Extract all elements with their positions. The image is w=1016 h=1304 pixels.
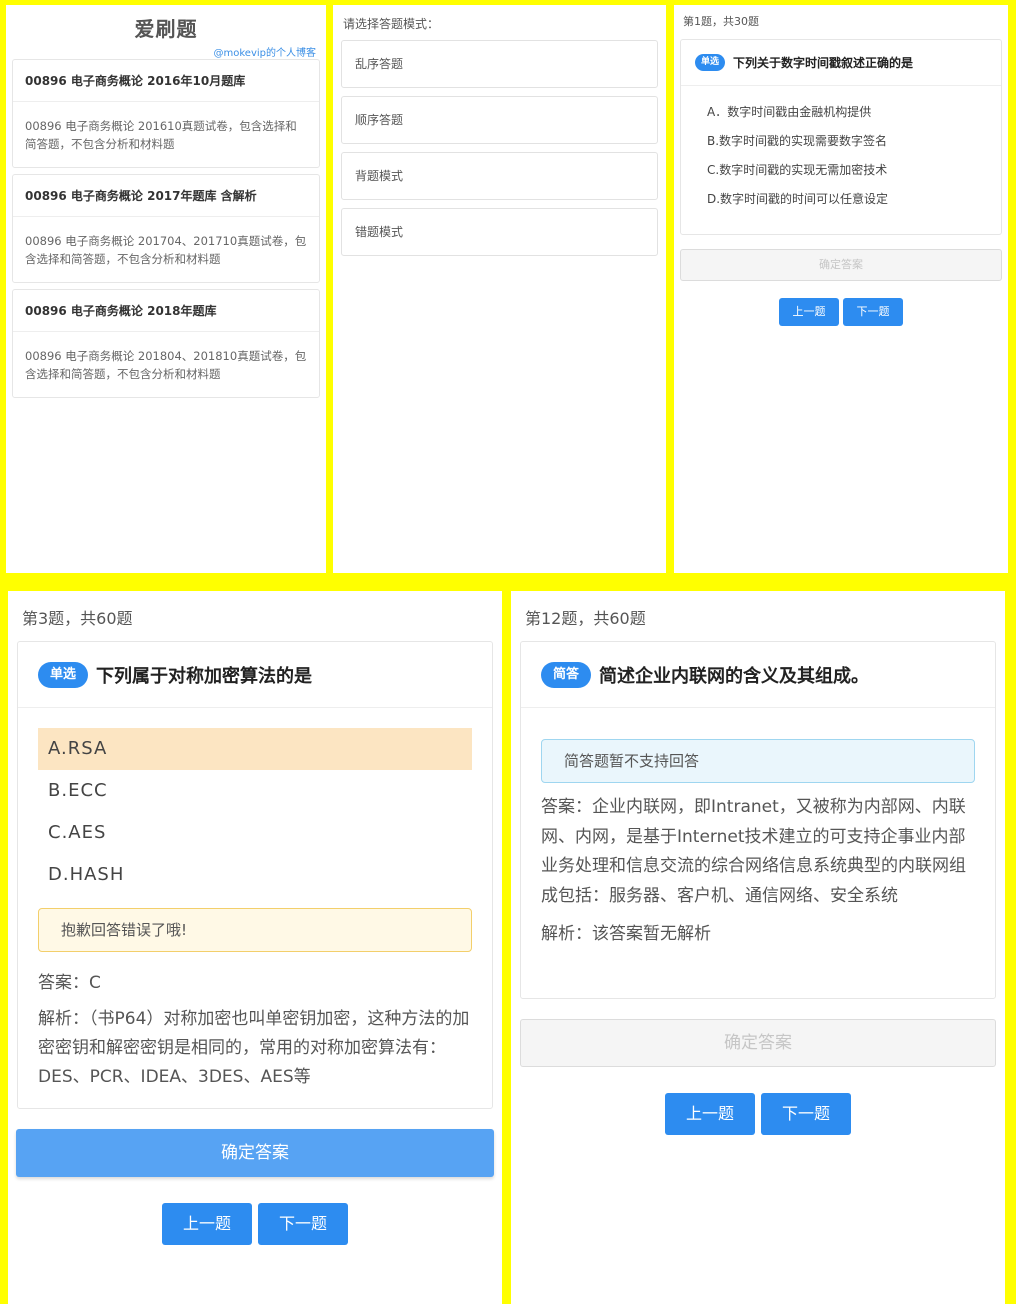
mode-memorize-button[interactable]: 背题模式: [341, 152, 658, 200]
question-counter: 第3题，共60题: [22, 609, 133, 628]
question-type-badge: 单选: [695, 54, 725, 71]
confirm-answer-button[interactable]: 确定答案: [16, 1129, 494, 1177]
mode-wrong-questions-button[interactable]: 错题模式: [341, 208, 658, 256]
question-header: 简答 简述企业内联网的含义及其组成。: [521, 642, 995, 708]
option-list: A.RSA B.ECC C.AES D.HASH: [18, 708, 492, 896]
prev-question-button[interactable]: 上一题: [779, 298, 839, 326]
short-answer-screen: 第12题，共60题 简答 简述企业内联网的含义及其组成。 简答题暂不支持回答 答…: [511, 591, 1005, 1304]
question-header: 单选 下列关于数字时间戳叙述正确的是: [681, 40, 1001, 86]
question-card: 单选 下列属于对称加密算法的是 A.RSA B.ECC C.AES D.HASH…: [17, 641, 493, 1109]
next-question-button[interactable]: 下一题: [843, 298, 903, 326]
question-counter: 第12题，共60题: [525, 609, 646, 628]
option-list: A．数字时间戳由金融机构提供 B.数字时间戳的实现需要数字签名 C.数字时间戳的…: [681, 86, 1001, 218]
correct-answer: 答案：C: [38, 973, 101, 993]
option-b[interactable]: B.ECC: [38, 770, 472, 812]
wrong-answer-alert: 抱歉回答错误了哦!: [38, 908, 472, 952]
mode-sequential-button[interactable]: 顺序答题: [341, 96, 658, 144]
app-title: 爱刷题: [134, 17, 198, 41]
mode-prompt: 请选择答题模式：: [343, 17, 440, 31]
option-c[interactable]: C.AES: [38, 812, 472, 854]
bank-card-desc: 00896 电子商务概论 201610真题试卷，包含选择和简答题，不包含分析和材…: [25, 119, 297, 151]
nav-buttons: 上一题 下一题: [8, 1203, 502, 1245]
bank-card[interactable]: 00896 电子商务概论 2016年10月题库 00896 电子商务概论 201…: [12, 59, 320, 168]
question-screen: 第1题，共30题 单选 下列关于数字时间戳叙述正确的是 A．数字时间戳由金融机构…: [674, 5, 1008, 573]
option-c[interactable]: C.数字时间戳的实现无需加密技术: [707, 160, 1001, 189]
bank-card[interactable]: 00896 电子商务概论 2018年题库 00896 电子商务概论 201804…: [12, 289, 320, 398]
prev-question-button[interactable]: 上一题: [665, 1093, 755, 1135]
bank-card-title[interactable]: 00896 电子商务概论 2017年题库 含解析: [13, 175, 319, 217]
question-card: 简答 简述企业内联网的含义及其组成。 简答题暂不支持回答 答案：企业内联网，即I…: [520, 641, 996, 999]
option-b[interactable]: B.数字时间戳的实现需要数字签名: [707, 131, 1001, 160]
question-text: 简述企业内联网的含义及其组成。: [599, 665, 869, 687]
nav-buttons: 上一题 下一题: [511, 1093, 1005, 1135]
question-counter: 第1题，共30题: [683, 15, 759, 28]
confirm-answer-button[interactable]: 确定答案: [520, 1019, 996, 1067]
next-question-button[interactable]: 下一题: [761, 1093, 851, 1135]
question-card: 单选 下列关于数字时间戳叙述正确的是 A．数字时间戳由金融机构提供 B.数字时间…: [680, 39, 1002, 235]
question-type-badge: 简答: [541, 661, 591, 688]
option-a[interactable]: A．数字时间戳由金融机构提供: [707, 102, 1001, 131]
prev-question-button[interactable]: 上一题: [162, 1203, 252, 1245]
bank-card-title[interactable]: 00896 电子商务概论 2016年10月题库: [13, 60, 319, 102]
bank-card-title[interactable]: 00896 电子商务概论 2018年题库: [13, 290, 319, 332]
next-question-button[interactable]: 下一题: [258, 1203, 348, 1245]
nav-buttons: 上一题 下一题: [674, 298, 1008, 326]
question-type-badge: 单选: [38, 661, 88, 688]
option-a[interactable]: A.RSA: [38, 728, 472, 770]
bank-card-desc: 00896 电子商务概论 201804、201810真题试卷，包含选择和简答题，…: [25, 349, 307, 381]
question-result-screen: 第3题，共60题 单选 下列属于对称加密算法的是 A.RSA B.ECC C.A…: [8, 591, 502, 1304]
reference-answer: 答案：企业内联网，即Intranet，又被称为内部网、内联网、内网，是基于Int…: [541, 797, 966, 906]
question-text: 下列关于数字时间戳叙述正确的是: [733, 56, 914, 70]
confirm-answer-button[interactable]: 确定答案: [680, 249, 1002, 281]
answer-explanation: 解析：该答案暂无解析: [541, 924, 711, 944]
bank-list-screen: 爱刷题 @mokevip的个人博客 00896 电子商务概论 2016年10月题…: [6, 5, 326, 573]
option-d[interactable]: D.HASH: [38, 854, 472, 896]
blog-link[interactable]: @mokevip的个人博客: [6, 44, 317, 59]
bank-card[interactable]: 00896 电子商务概论 2017年题库 含解析 00896 电子商务概论 20…: [12, 174, 320, 283]
question-text: 下列属于对称加密算法的是: [96, 665, 312, 687]
unsupported-answer-alert: 简答题暂不支持回答: [541, 739, 975, 783]
mode-select-screen: 请选择答题模式： 乱序答题 顺序答题 背题模式 错题模式: [333, 5, 666, 573]
mode-random-button[interactable]: 乱序答题: [341, 40, 658, 88]
bank-card-desc: 00896 电子商务概论 201704、201710真题试卷，包含选择和简答题，…: [25, 234, 307, 266]
question-header: 单选 下列属于对称加密算法的是: [18, 642, 492, 708]
option-d[interactable]: D.数字时间戳的时间可以任意设定: [707, 189, 1001, 218]
answer-explanation: 解析：（书P64）对称加密也叫单密钥加密，这种方法的加密密钥和解密密钥是相同的，…: [38, 1009, 470, 1087]
